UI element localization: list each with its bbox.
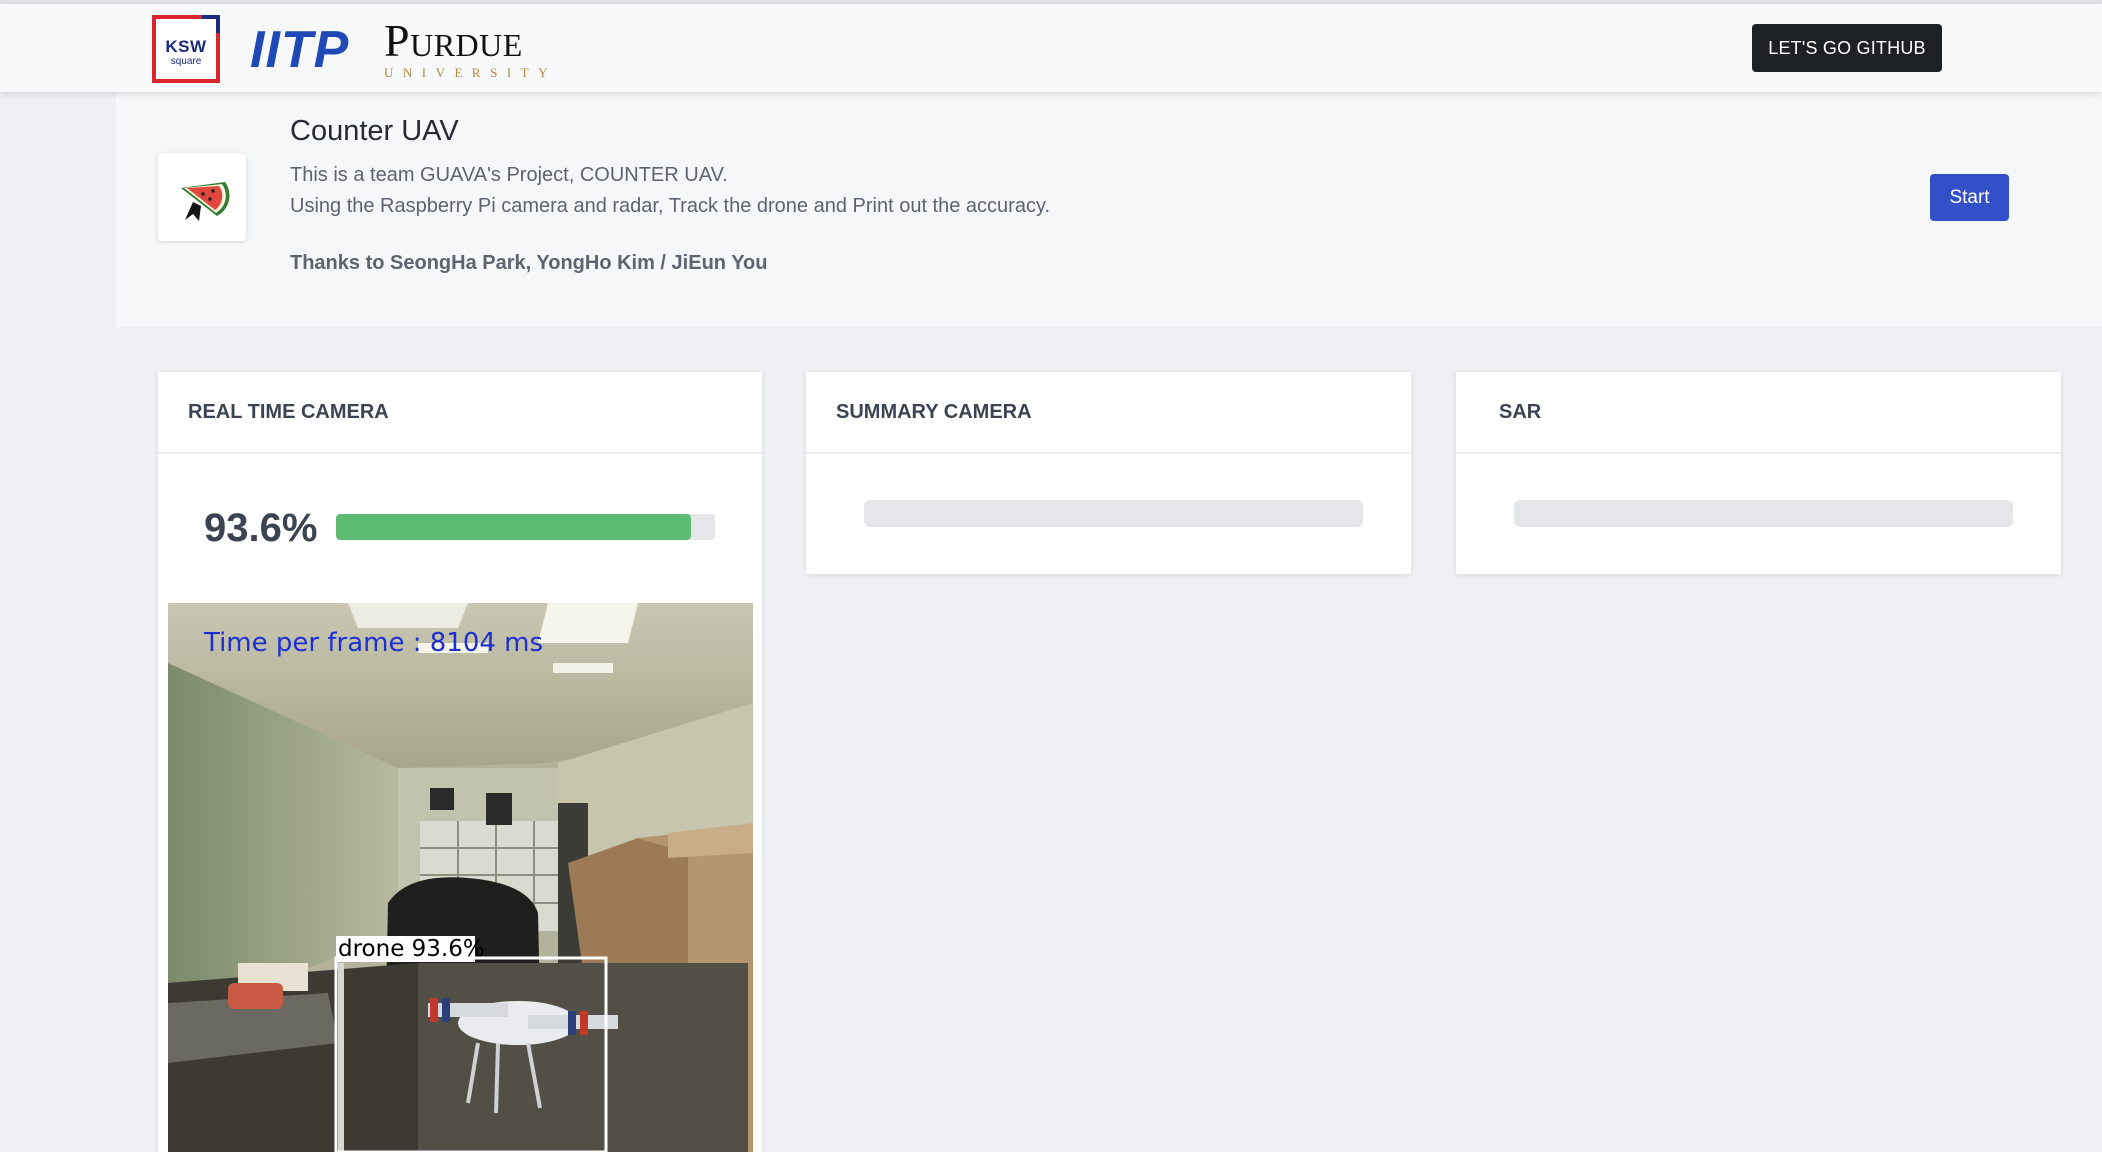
ksw-logo-text: KSW [165,37,207,56]
ksw-logo-subtext: square [170,56,202,67]
sar-loading-placeholder [1514,500,2013,527]
watermelon-icon [181,182,230,221]
description-line-1: This is a team GUAVA's Project, COUNTER … [290,164,728,186]
project-title: Counter UAV [290,115,459,147]
project-description: This is a team GUAVA's Project, COUNTER … [290,160,1050,222]
description-line-2: Using the Raspberry Pi camera and radar,… [290,195,1051,217]
accuracy-value: 93.6% [204,506,318,550]
camera-scene: drone 93.6% Time per frame : 8104 ms [168,603,753,1152]
sar-card: SAR [1456,372,2061,574]
iitp-logo[interactable]: IITP [250,24,349,76]
purdue-logo-subtext: UNIVERSITY [384,65,557,80]
logo-corner-cut [202,19,216,33]
real-time-camera-title: REAL TIME CAMERA [158,372,762,454]
summary-loading-placeholder [864,500,1363,527]
project-avatar [158,153,246,241]
accuracy-progress-fill [336,514,691,540]
summary-camera-card: SUMMARY CAMERA [806,372,1411,574]
navbar: KSW square IITP Purdue UNIVERSITY LET'S … [0,4,2102,92]
purdue-logo-text: Purdue [384,15,523,66]
start-button[interactable]: Start [1930,174,2009,221]
project-credits: Thanks to SeongHa Park, YongHo Kim / JiE… [290,252,768,274]
frame-time-overlay: Time per frame : 8104 ms [203,628,543,658]
accuracy-progress-bar [336,514,715,540]
detection-label: drone 93.6% [338,936,485,962]
ksw-square-logo[interactable]: KSW square [152,15,220,83]
real-time-camera-card: REAL TIME CAMERA 93.6% drone 93.6% Time … [158,372,762,1152]
purdue-logo[interactable]: Purdue UNIVERSITY [384,18,557,81]
summary-camera-title: SUMMARY CAMERA [806,372,1411,454]
github-button[interactable]: LET'S GO GITHUB [1752,24,1942,72]
camera-feed-image: drone 93.6% Time per frame : 8104 ms [168,603,753,1152]
sar-title: SAR [1456,372,2061,454]
